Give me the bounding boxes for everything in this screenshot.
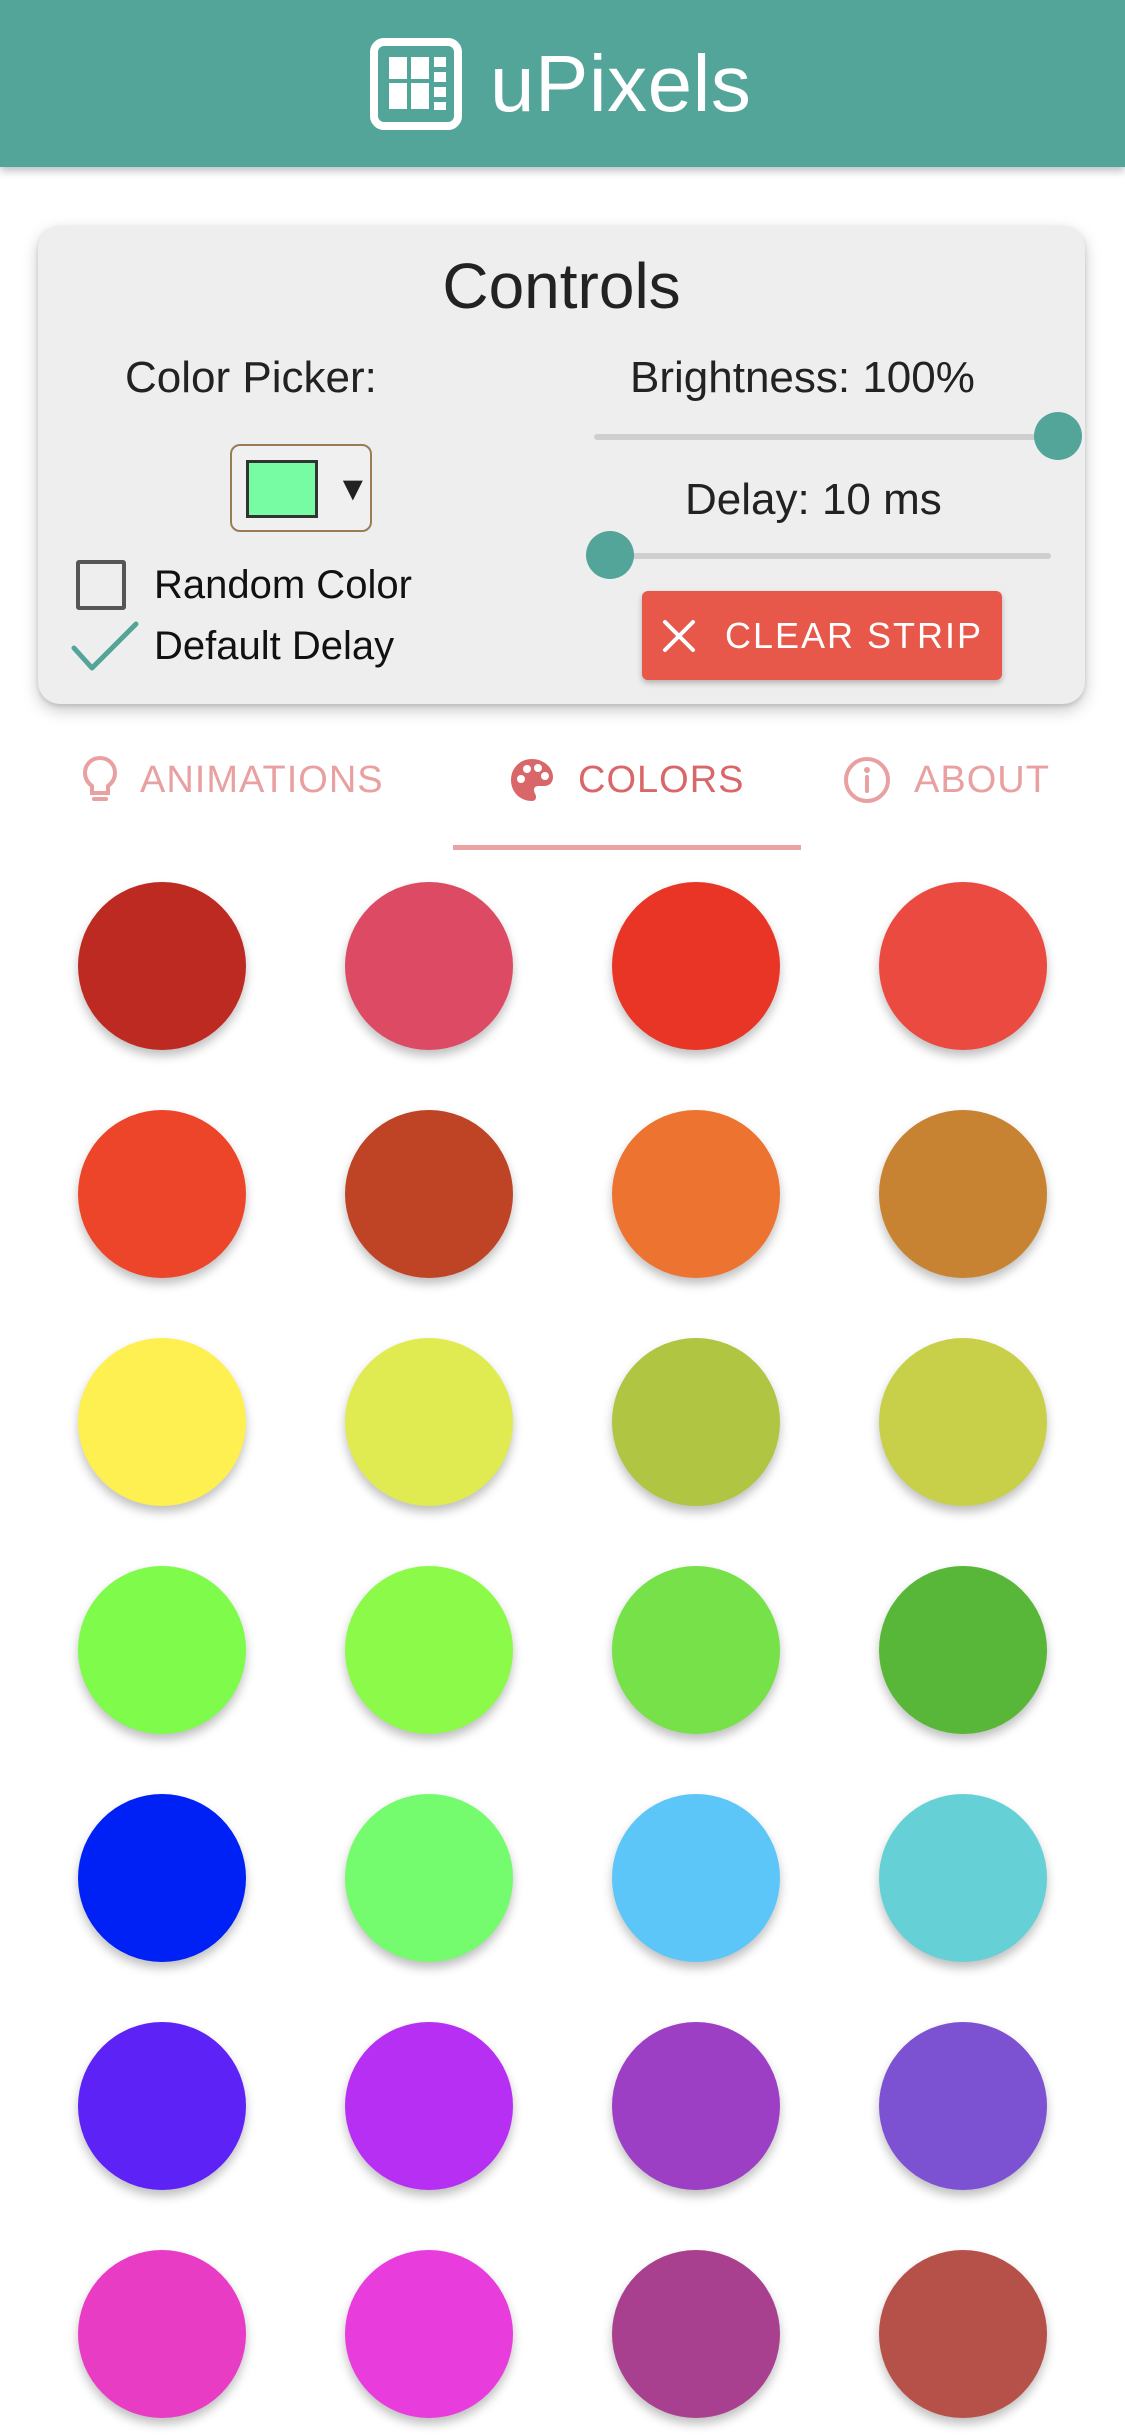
app-bar: uPixels — [0, 0, 1125, 167]
color-picker[interactable]: ▼ — [230, 444, 372, 532]
color-swatch[interactable] — [879, 1338, 1047, 1506]
color-swatch[interactable] — [345, 1566, 513, 1734]
color-swatch[interactable] — [879, 882, 1047, 1050]
color-swatch[interactable] — [612, 882, 780, 1050]
color-swatch[interactable] — [879, 1566, 1047, 1734]
color-swatch[interactable] — [345, 2022, 513, 2190]
checkmark-icon[interactable] — [70, 618, 140, 674]
color-swatch[interactable] — [879, 1110, 1047, 1278]
delay-label: Delay: 10 ms — [685, 475, 942, 524]
color-swatch[interactable] — [78, 2022, 246, 2190]
brightness-slider-thumb[interactable] — [1034, 412, 1082, 460]
tab-colors-label: COLORS — [578, 758, 745, 801]
brightness-slider[interactable] — [594, 412, 1082, 460]
random-color-label: Random Color — [154, 563, 412, 607]
color-swatch[interactable] — [612, 1110, 780, 1278]
app-brand: uPixels — [368, 36, 751, 132]
lightbulb-icon — [82, 755, 118, 801]
close-icon — [662, 619, 695, 652]
tab-animations-label: ANIMATIONS — [140, 758, 384, 801]
color-swatch[interactable] — [879, 2250, 1047, 2418]
led-grid-icon — [370, 38, 462, 130]
color-swatch[interactable] — [78, 882, 246, 1050]
brightness-label: Brightness: 100% — [630, 353, 975, 402]
color-picker-swatch[interactable] — [246, 460, 318, 518]
checkbox-unchecked-icon[interactable] — [76, 560, 126, 610]
app-title: uPixels — [490, 39, 752, 128]
dropdown-caret-icon[interactable]: ▼ — [336, 464, 370, 514]
clear-strip-label: CLEAR STRIP — [724, 614, 984, 656]
color-swatch[interactable] — [78, 1566, 246, 1734]
color-swatch[interactable] — [78, 1338, 246, 1506]
tab-about-label: ABOUT — [914, 758, 1050, 801]
color-swatch[interactable] — [345, 2250, 513, 2418]
delay-slider-thumb[interactable] — [586, 531, 634, 579]
default-delay-label: Default Delay — [154, 624, 395, 668]
color-swatch[interactable] — [879, 1794, 1047, 1962]
default-delay-checkbox[interactable]: Default Delay — [70, 616, 394, 676]
tab-colors[interactable]: COLORS — [508, 745, 744, 815]
active-tab-indicator — [453, 845, 801, 850]
color-swatch[interactable] — [612, 1566, 780, 1734]
tab-animations[interactable]: ANIMATIONS — [82, 745, 384, 815]
color-swatch[interactable] — [612, 2022, 780, 2190]
color-swatch[interactable] — [879, 2022, 1047, 2190]
color-swatch[interactable] — [612, 1338, 780, 1506]
info-icon — [844, 757, 890, 803]
color-swatch[interactable] — [78, 1794, 246, 1962]
tab-about[interactable]: ABOUT — [842, 745, 1050, 815]
palette-icon — [511, 759, 553, 801]
color-swatch[interactable] — [78, 1110, 246, 1278]
delay-slider[interactable] — [586, 531, 1051, 579]
clear-strip-button[interactable]: CLEAR STRIP — [642, 591, 1002, 680]
controls-title: Controls — [442, 250, 681, 322]
color-swatch[interactable] — [78, 2250, 246, 2418]
color-swatch[interactable] — [612, 2250, 780, 2418]
color-swatch[interactable] — [345, 1110, 513, 1278]
color-swatch[interactable] — [345, 1338, 513, 1506]
random-color-checkbox[interactable]: Random Color — [70, 555, 412, 615]
color-picker-label: Color Picker: — [125, 353, 377, 402]
color-swatch[interactable] — [345, 1794, 513, 1962]
color-swatch[interactable] — [345, 882, 513, 1050]
color-swatch[interactable] — [612, 1794, 780, 1962]
